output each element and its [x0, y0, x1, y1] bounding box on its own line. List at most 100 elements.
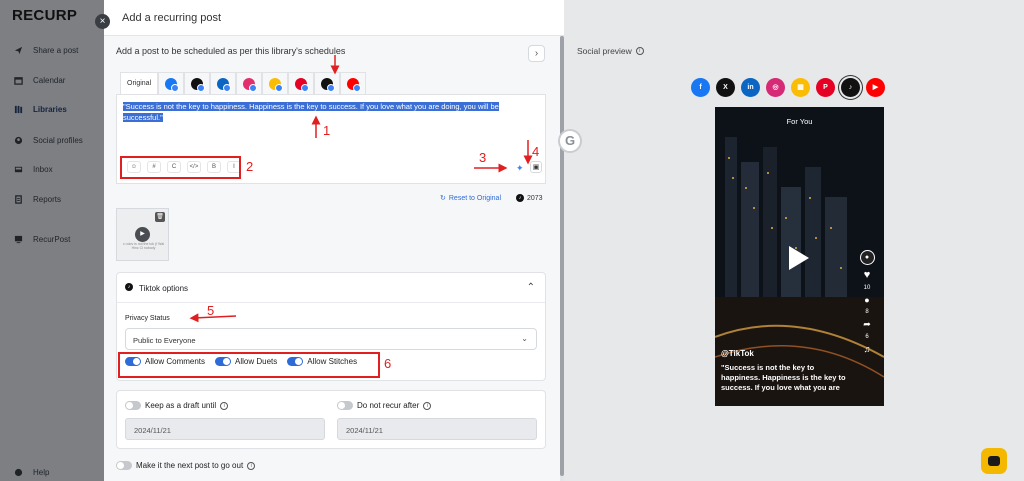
media-library-icon[interactable]: ▣: [530, 161, 542, 173]
tiktok-icon: ♪: [516, 194, 524, 202]
modal-body: Add a post to be scheduled as per this l…: [104, 36, 560, 481]
share-icon: ➦: [863, 319, 871, 329]
x-icon[interactable]: X: [716, 78, 735, 97]
info-icon[interactable]: i: [423, 401, 432, 410]
sidebar-item-label: Libraries: [33, 104, 67, 114]
next-arrow-button[interactable]: ›: [528, 45, 545, 62]
trash-icon[interactable]: 🗑: [155, 212, 165, 222]
sidebar-item-label: Help: [33, 467, 50, 477]
grammarly-icon[interactable]: G: [558, 129, 582, 153]
network-tabs: Original: [120, 72, 367, 94]
sidebar-item-label: Social profiles: [33, 135, 83, 145]
chevron-down-icon: ⌄: [521, 334, 528, 343]
sidebar-item-inbox[interactable]: Inbox: [14, 162, 53, 176]
media-thumbnail[interactable]: 🗑 c rolov is not the tok (f Wai Hinc Cl …: [116, 208, 169, 261]
tab-x[interactable]: [184, 72, 211, 94]
chevron-up-icon[interactable]: ⌃: [527, 282, 535, 293]
info-icon[interactable]: i: [220, 401, 229, 410]
heart-icon: ♥: [863, 269, 871, 281]
google-business-tab-icon: [269, 77, 284, 92]
sidebar-item-label: Inbox: [33, 164, 53, 174]
inbox-icon: [14, 165, 23, 174]
annotation-label-6: 6: [384, 356, 392, 371]
tiktok-preview-phone: For You ● ♥ 10 ● 8 ➦ 6 ♫ @TikTok "Succes…: [715, 107, 884, 406]
annotation-label-3: 3: [479, 150, 487, 165]
for-you-label: For You: [786, 117, 813, 126]
annotation-label-1: 1: [323, 123, 331, 138]
modal-header: Add a recurring post: [104, 0, 564, 36]
privacy-status-select[interactable]: Public to Everyone ⌄: [125, 328, 537, 350]
chat-icon: [988, 455, 1000, 466]
ai-sparkle-icon[interactable]: ✦: [516, 163, 524, 174]
shares-count: 6: [865, 334, 869, 340]
tiktok-options-header[interactable]: ♪ Tiktok options ⌃: [117, 273, 545, 303]
post-text[interactable]: "Success is not the key to happiness. Ha…: [123, 101, 533, 123]
tab-instagram[interactable]: [236, 72, 263, 94]
tiktok-tab-icon: [321, 77, 336, 92]
modal-title: Add a recurring post: [122, 12, 222, 24]
no-recur-column: Do not recur after i 2024/11/21: [337, 401, 537, 440]
tab-tiktok[interactable]: [314, 72, 341, 94]
sidebar-item-share-a-post[interactable]: Share a post: [14, 43, 78, 57]
add-recurring-post-modal: Add a recurring post Add a post to be sc…: [104, 0, 564, 481]
tab-google-business[interactable]: [262, 72, 289, 94]
sidebar-item-reports[interactable]: Reports: [14, 192, 61, 206]
next-post-toggle[interactable]: Make it the next post to go out i: [116, 461, 256, 470]
annotation-box-format: [120, 156, 241, 179]
chat-support-button[interactable]: [981, 448, 1007, 474]
tab-pinterest[interactable]: [288, 72, 315, 94]
pinterest-icon[interactable]: P: [816, 78, 835, 97]
tab-facebook[interactable]: [158, 72, 185, 94]
no-recur-date-field[interactable]: 2024/11/21: [337, 418, 537, 440]
preview-title-text: Social preview: [577, 46, 632, 56]
tiktok-icon: ♪: [125, 283, 133, 291]
google-business-icon[interactable]: ▦: [791, 78, 810, 97]
info-icon[interactable]: i: [635, 47, 644, 55]
annotation-label-5: 5: [207, 303, 215, 318]
toggle-switch[interactable]: [116, 461, 132, 470]
draft-options-panel: Keep as a draft until i 2024/11/21 Do no…: [116, 390, 546, 449]
privacy-status-value: Public to Everyone: [133, 336, 196, 345]
instagram-icon[interactable]: ◎: [766, 78, 785, 97]
keep-draft-column: Keep as a draft until i 2024/11/21: [125, 401, 325, 440]
brand-logo: RECURP: [12, 7, 78, 24]
toggle-switch[interactable]: [337, 401, 353, 410]
keep-draft-date-field[interactable]: 2024/11/21: [125, 418, 325, 440]
info-icon[interactable]: i: [247, 461, 256, 470]
help-icon: [14, 468, 23, 477]
character-count: ♪ 2073: [516, 194, 543, 202]
close-modal-button[interactable]: ×: [95, 14, 110, 29]
play-icon[interactable]: [789, 246, 809, 270]
reports-icon: [14, 194, 23, 204]
sidebar-item-libraries[interactable]: Libraries: [14, 102, 67, 116]
sidebar-item-label: Calendar: [33, 75, 66, 85]
tab-linkedin[interactable]: [210, 72, 237, 94]
tiktok-icon[interactable]: ♪: [841, 78, 860, 97]
sidebar-item-help[interactable]: Help: [14, 465, 49, 479]
social-preview-title: Social preview i: [577, 46, 644, 56]
reset-to-original-link[interactable]: ↻ Reset to Original: [440, 194, 501, 203]
no-recur-label: Do not recur after: [357, 401, 420, 410]
linkedin-icon[interactable]: in: [741, 78, 760, 97]
annotation-box-toggles: [118, 352, 380, 378]
likes-count: 10: [863, 285, 871, 291]
facebook-tab-icon: [165, 77, 180, 92]
facebook-icon[interactable]: f: [691, 78, 710, 97]
keep-draft-toggle[interactable]: Keep as a draft until i: [125, 401, 325, 410]
sidebar-item-calendar[interactable]: Calendar: [14, 73, 65, 87]
keep-draft-label: Keep as a draft until: [145, 401, 217, 410]
toggle-switch[interactable]: [125, 401, 141, 410]
no-recur-toggle[interactable]: Do not recur after i: [337, 401, 537, 410]
sidebar-item-recurpost[interactable]: RecurPost: [14, 232, 70, 246]
selected-post-text: "Success is not the key to happiness. Ha…: [123, 102, 499, 122]
tiktok-options-title: Tiktok options: [139, 284, 189, 293]
sidebar-item-social-profiles[interactable]: Social profiles: [14, 133, 83, 147]
play-icon[interactable]: ▶: [135, 227, 150, 242]
tab-youtube[interactable]: [340, 72, 367, 94]
youtube-icon[interactable]: ▶: [866, 78, 885, 97]
x-tab-icon: [191, 77, 206, 92]
sidebar: RECURP Share a post Calendar Libraries S…: [0, 0, 104, 481]
linkedin-tab-icon: [217, 77, 232, 92]
tab-original[interactable]: Original: [120, 72, 159, 94]
annotation-label-2: 2: [246, 159, 254, 174]
